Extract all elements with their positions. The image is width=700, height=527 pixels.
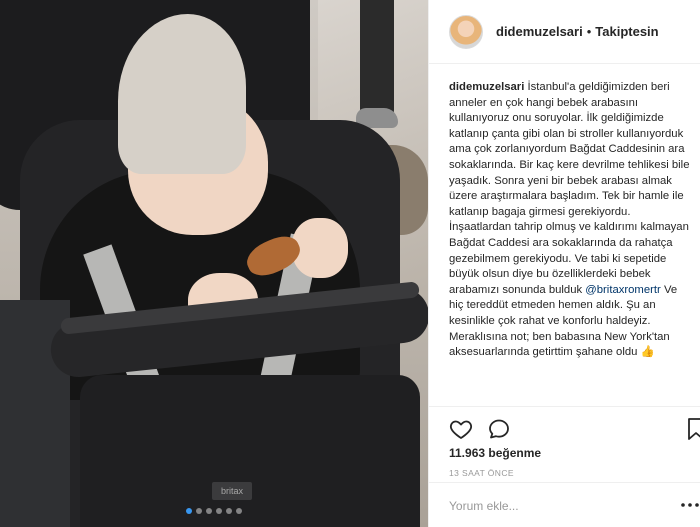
carousel-dot[interactable] xyxy=(186,508,192,514)
avatar[interactable] xyxy=(449,14,483,49)
comment-box xyxy=(429,482,700,527)
follow-status-button[interactable]: Takiptesin xyxy=(595,24,658,39)
post-header: didemuzelsari • Takiptesin xyxy=(429,0,700,64)
likes-label: beğenme xyxy=(488,446,542,460)
carousel-dot[interactable] xyxy=(206,508,212,514)
post-actions xyxy=(429,406,700,448)
post-author-username[interactable]: didemuzelsari xyxy=(496,24,583,39)
bookmark-icon[interactable] xyxy=(687,417,700,441)
caption-text-part1: İstanbul'a geldiğimizden beri anneler en… xyxy=(449,81,690,296)
carousel-dot[interactable] xyxy=(236,508,242,514)
post-timestamp[interactable]: 13 SAAT ÖNCE xyxy=(449,468,514,478)
comment-icon[interactable] xyxy=(487,417,511,441)
carousel-indicator xyxy=(0,501,428,519)
caption-mention-link[interactable]: @britaxromertr xyxy=(585,284,661,296)
passerby-leg xyxy=(360,0,394,120)
carousel-dot[interactable] xyxy=(196,508,202,514)
likes-count[interactable]: 11.963 beğenme xyxy=(449,446,541,460)
carousel-dot[interactable] xyxy=(226,508,232,514)
more-icon[interactable] xyxy=(679,498,700,512)
caption-username[interactable]: didemuzelsari xyxy=(449,81,524,93)
heart-icon[interactable] xyxy=(449,417,473,441)
comment-input[interactable] xyxy=(449,495,669,517)
post-caption: didemuzelsari İstanbul'a geldiğimizden b… xyxy=(449,80,693,406)
carousel-dot[interactable] xyxy=(216,508,222,514)
brand-tag: britax xyxy=(212,482,252,500)
baby-hand-right xyxy=(292,218,348,278)
likes-number: 11.963 xyxy=(449,446,486,460)
header-separator: • xyxy=(586,24,592,39)
post-photo[interactable]: britax xyxy=(0,0,428,527)
post-sidebar: didemuzelsari • Takiptesin didemuzelsari… xyxy=(428,0,700,527)
